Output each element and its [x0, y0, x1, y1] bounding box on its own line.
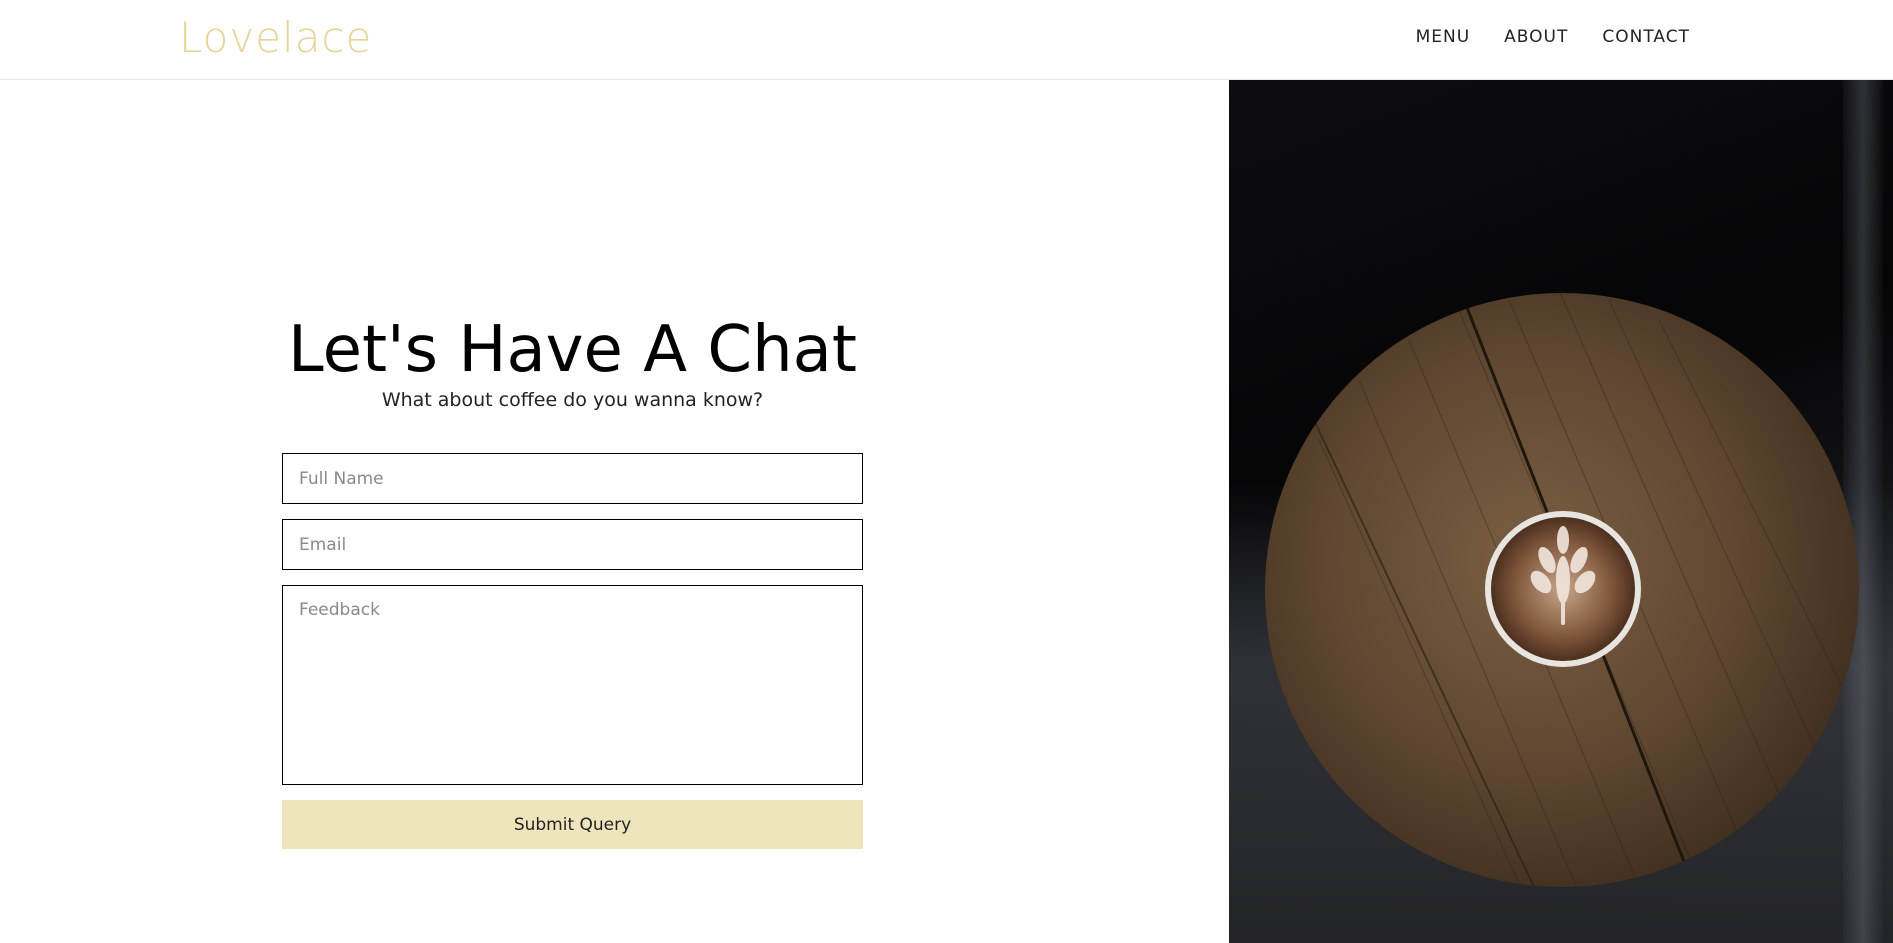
- email-input[interactable]: [282, 519, 863, 570]
- contact-form: Submit Query: [282, 453, 863, 849]
- submit-button[interactable]: Submit Query: [282, 800, 863, 849]
- main-nav: MENU ABOUT CONTACT: [1416, 27, 1690, 47]
- logo[interactable]: Lovelace: [179, 14, 372, 62]
- nav-menu[interactable]: MENU: [1416, 27, 1471, 47]
- full-name-input[interactable]: [282, 453, 863, 504]
- page-title: Let's Have A Chat: [288, 313, 857, 387]
- contact-section: Let's Have A Chat What about coffee do y…: [0, 80, 1229, 943]
- coffee-table-illustration: [1265, 293, 1859, 887]
- feedback-textarea[interactable]: [282, 585, 863, 785]
- page-subtitle: What about coffee do you wanna know?: [381, 389, 764, 411]
- nav-contact[interactable]: CONTACT: [1602, 27, 1690, 47]
- site-header: Lovelace MENU ABOUT CONTACT: [0, 0, 1893, 80]
- nav-about[interactable]: ABOUT: [1504, 27, 1568, 47]
- hero-image: [1229, 80, 1893, 943]
